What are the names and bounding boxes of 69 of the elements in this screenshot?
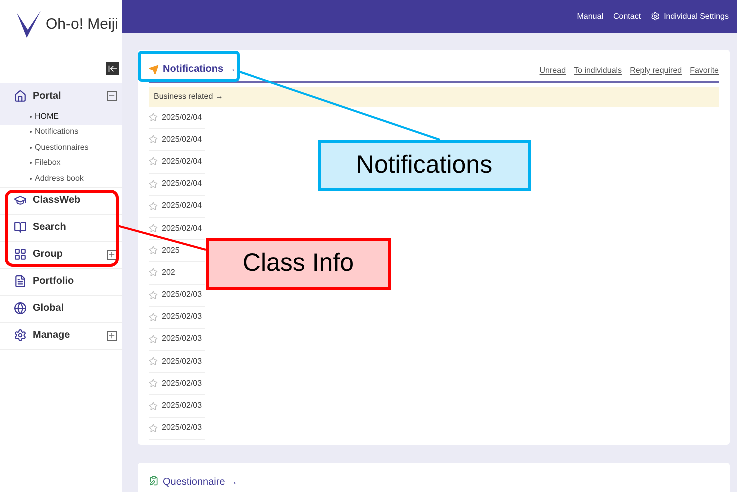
- header-link[interactable]: Manual: [577, 10, 604, 22]
- notification-date: 2025/02/03: [162, 289, 202, 302]
- expand-icon[interactable]: [107, 250, 117, 260]
- logo-icon: [16, 10, 42, 40]
- star-icon[interactable]: [149, 157, 158, 166]
- sidebar-subitem[interactable]: Address book: [35, 172, 84, 185]
- star-icon[interactable]: [149, 113, 158, 122]
- star-icon[interactable]: [149, 290, 158, 300]
- notification-date: 2025/02/03: [162, 422, 202, 434]
- home-icon: [14, 90, 27, 102]
- notification-date: 2025/02/03: [162, 311, 202, 324]
- star-icon[interactable]: [149, 268, 158, 278]
- sidebar-item[interactable]: Manage: [33, 328, 107, 343]
- filter-link[interactable]: To individuals: [574, 65, 622, 77]
- sidebar-subitem[interactable]: Questionnaires: [35, 142, 89, 154]
- notification-date: 2025/02/04: [162, 178, 202, 190]
- questionnaire-title-link[interactable]: Questionnaire →: [163, 475, 238, 490]
- header-link[interactable]: Contact: [613, 10, 642, 22]
- graduation-cap-icon: [14, 194, 27, 207]
- notification-date: 2025/02/03: [162, 378, 202, 390]
- star-icon[interactable]: [149, 334, 158, 344]
- sidebar-item[interactable]: ClassWeb: [33, 193, 117, 208]
- star-icon[interactable]: [149, 379, 158, 388]
- notification-date: 2025/02/04: [162, 200, 202, 212]
- sidebar-subitem[interactable]: Notifications: [35, 126, 79, 138]
- clipboard-icon: [149, 476, 159, 486]
- star-icon[interactable]: [149, 402, 158, 411]
- sidebar-subitem[interactable]: HOME: [35, 110, 59, 123]
- star-icon[interactable]: [149, 246, 158, 256]
- sidebar-item[interactable]: Search: [33, 220, 117, 235]
- notification-date: 2025/02/04: [162, 156, 202, 168]
- notification-date: 2025/02/04: [162, 222, 202, 235]
- sidebar-item[interactable]: Global: [33, 301, 117, 316]
- filter-link[interactable]: Favorite: [690, 65, 719, 77]
- book-icon: [14, 221, 27, 234]
- notification-date: 2025: [162, 244, 180, 257]
- collapse-icon[interactable]: [107, 91, 117, 101]
- notification-date: 2025/02/03: [162, 333, 202, 346]
- category-link[interactable]: Business related →: [154, 91, 224, 103]
- gear-icon: [651, 12, 660, 21]
- sidebar-item[interactable]: Group: [33, 247, 107, 262]
- document-icon: [14, 275, 27, 288]
- star-icon[interactable]: [149, 135, 158, 144]
- notification-date: 2025/02/04: [162, 134, 202, 146]
- header-link[interactable]: Individual Settings: [651, 10, 729, 22]
- notification-date: 2025/02/03: [162, 356, 202, 368]
- star-icon[interactable]: [149, 202, 158, 211]
- callout-label: Class Info: [206, 238, 391, 290]
- callout-label: Notifications: [318, 140, 531, 191]
- globe-icon: [14, 302, 27, 315]
- collapse-sidebar-button[interactable]: [106, 62, 119, 75]
- notifications-title-link[interactable]: Notifications →: [163, 62, 236, 77]
- star-icon[interactable]: [149, 312, 158, 322]
- notification-date: 202: [162, 266, 176, 279]
- filter-link[interactable]: Reply required: [630, 65, 682, 77]
- star-icon[interactable]: [149, 424, 158, 433]
- grid-icon: [14, 248, 27, 261]
- notification-date: 2025/02/03: [162, 400, 202, 412]
- gear-icon: [14, 329, 27, 342]
- filter-link[interactable]: Unread: [540, 65, 566, 77]
- notification-date: 2025/02/04: [162, 112, 202, 124]
- paper-plane-icon: [149, 64, 159, 74]
- star-icon[interactable]: [149, 224, 158, 234]
- star-icon[interactable]: [149, 180, 158, 189]
- sidebar-subitem[interactable]: Filebox: [35, 157, 61, 170]
- expand-icon[interactable]: [107, 330, 117, 340]
- star-icon[interactable]: [149, 357, 158, 366]
- logo-text: Oh-o! Meiji: [46, 14, 119, 35]
- sidebar-item[interactable]: Portfolio: [33, 274, 117, 289]
